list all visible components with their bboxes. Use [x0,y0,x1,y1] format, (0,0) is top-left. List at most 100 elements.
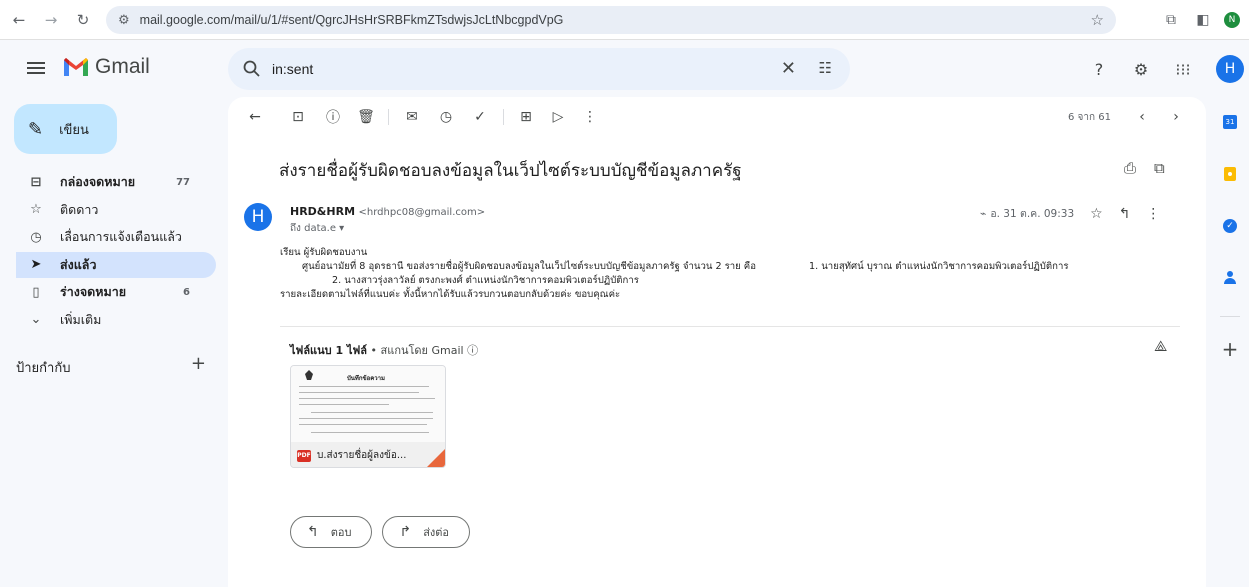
print-icon[interactable]: ⎙ [1124,159,1136,177]
contacts-app-icon[interactable] [1216,264,1244,292]
label-tag-icon[interactable]: ▷ [548,107,568,127]
browser-toolbar: ← → ↻ ⚙ mail.google.com/mail/u/1/#sent/Q… [0,0,1249,40]
sender-name[interactable]: HRD&HRM [290,205,355,218]
sidebar-item-inbox[interactable]: ⊟ กล่องจดหมาย 77 [16,169,216,195]
main-menu-icon[interactable] [27,59,45,77]
snooze-clock-icon[interactable]: ◷ [436,107,456,127]
report-spam-icon[interactable]: ⓘ [323,107,343,127]
star-icon[interactable]: ☆ [1090,206,1103,222]
search-icon[interactable] [242,59,262,79]
more-options-icon[interactable]: ⋮ [580,107,600,127]
search-options-icon[interactable]: ☷ [819,59,832,77]
move-to-icon[interactable]: ⊞ [516,107,536,127]
add-to-tasks-icon[interactable]: ✓ [470,107,490,127]
labels-title: ป้ายกำกับ [16,361,71,376]
archive-icon[interactable]: ⊡ [288,107,308,127]
sidebar-item-count: 77 [176,176,190,188]
sidebar-item-label: เพิ่มเติม [60,311,102,327]
sidebar-item-drafts[interactable]: ▯ ร่างจดหมาย 6 [16,279,216,305]
email-date: อ. 31 ต.ค. 09:33 [990,208,1075,220]
attachment-filename: บ.ส่งรายชื่อผู้ลงข้อ... [317,450,407,461]
sidebar-item-label: เลื่อนการแจ้งเตือนแล้ว [60,229,182,244]
attachment-footer: PDF บ.ส่งรายชื่อผู้ลงข้อ... [291,442,445,467]
body-line: รายละเอียดตามไฟล์ที่แนบค่ะ ทั้งนี้หากได้… [280,289,621,300]
sender-avatar[interactable]: H [244,203,272,231]
url-text: mail.google.com/mail/u/1/#sent/QgrcJHsHr… [139,13,564,27]
delete-trash-icon[interactable]: 🗑 [356,107,376,127]
sidebar-item-count: 6 [183,286,190,298]
site-settings-icon[interactable]: ⚙ [118,13,130,28]
reply-arrow-icon: ↰ [307,524,319,540]
body-line: ศูนย์อนามัยที่ 8 อุดรธานี ขอส่งรายชื่อผู… [280,260,1068,274]
body-line: เรียน ผู้รับผิดชอบงาน [280,247,368,258]
attachment-thumbnail: บันทึกข้อความ [291,366,445,442]
side-panel-rail: 31 ✓ + [1216,108,1244,387]
apps-grid-icon[interactable]: ⁝⁝⁝ [1170,56,1196,82]
sidebar-item-label: ส่งแล้ว [60,256,97,272]
chevron-down-icon: ⌄ [30,312,42,327]
older-chevron-icon[interactable]: › [1166,107,1186,127]
profile-avatar[interactable]: N [1224,12,1240,28]
gmail-wordmark: Gmail [95,55,150,78]
clear-search-icon[interactable]: ✕ [781,58,796,79]
calendar-day: 31 [1223,115,1237,129]
search-bar[interactable]: ✕ ☷ [228,48,850,90]
extensions-icon[interactable]: ⧉ [1160,7,1182,33]
email-subject: ส่งรายชื่อผู้รับผิดชอบลงข้อมูลในเว็ปไซต์… [279,161,742,181]
forward-arrow-icon[interactable]: → [38,7,64,33]
sidebar-nav: ⊟ กล่องจดหมาย 77 ☆ ติดดาว ◷ เลื่อนการแจ้… [16,169,216,334]
get-addons-plus-icon[interactable]: + [1216,335,1244,363]
reload-icon[interactable]: ↻ [70,7,96,33]
help-icon[interactable]: ? [1086,56,1112,82]
settings-gear-icon[interactable]: ⚙ [1128,56,1154,82]
newer-chevron-icon[interactable]: ‹ [1132,107,1152,127]
add-to-drive-icon[interactable]: ⟁ [1154,337,1167,355]
address-bar[interactable]: ⚙ mail.google.com/mail/u/1/#sent/QgrcJHs… [106,6,1116,34]
thumbnail-title: บันทึกข้อความ [347,375,385,382]
show-details-caret-icon[interactable]: ▾ [339,223,344,234]
account-avatar[interactable]: H [1216,55,1244,83]
attachments-header: ไฟล์แนบ 1 ไฟล์ • สแกนโดย Gmail ⓘ [290,341,478,359]
tasks-app-icon[interactable]: ✓ [1216,212,1244,240]
search-input[interactable] [272,61,752,77]
forward-button[interactable]: ↱ ส่งต่อ [382,516,471,548]
side-panel-icon[interactable]: ◧ [1192,7,1214,33]
calendar-app-icon[interactable]: 31 [1216,108,1244,136]
sender-email: <hrdhpc08@gmail.com> [358,207,486,218]
keep-app-icon[interactable] [1216,160,1244,188]
forward-arrow-icon: ↱ [399,524,412,540]
message-toolbar: ← ⊡ ⓘ 🗑 ✉ ◷ ✓ ⊞ ▷ ⋮ 6 จาก 61 ‹ › [228,97,1206,137]
mark-unread-icon[interactable]: ✉ [402,107,422,127]
sidebar-item-sent[interactable]: ➤ ส่งแล้ว [16,251,216,278]
sidebar-item-snoozed[interactable]: ◷ เลื่อนการแจ้งเตือนแล้ว [16,224,216,250]
pagination-text: 6 จาก 61 [1068,112,1111,123]
sender-info: HRD&HRM <hrdhpc08@gmail.com> [290,205,485,218]
sidebar-item-label: กล่องจดหมาย [60,174,136,189]
attachments-scan-note: • สแกนโดย Gmail ⓘ [367,344,479,357]
back-arrow-icon[interactable]: ← [6,7,32,33]
sidebar-item-starred[interactable]: ☆ ติดดาว [16,197,216,223]
message-more-icon[interactable]: ⋮ [1146,206,1160,222]
pdf-file-icon: PDF [297,449,311,462]
open-new-window-icon[interactable]: ⧉ [1154,159,1165,177]
attachment-corner-fold [427,449,445,467]
bookmark-star-icon[interactable]: ☆ [1091,11,1104,29]
recipient-line[interactable]: ถึง data.e ▾ [290,221,344,236]
recipient-text: ถึง data.e [290,223,336,234]
gmail-logo[interactable]: Gmail [62,55,150,79]
sidebar-item-label: ร่างจดหมาย [60,284,127,299]
message-pane: ← ⊡ ⓘ 🗑 ✉ ◷ ✓ ⊞ ▷ ⋮ 6 จาก 61 ‹ › ส่งรายช… [228,97,1206,587]
attachment-card[interactable]: บันทึกข้อความ PDF บ.ส่งรายชื่อผู้ลงข้อ..… [290,365,446,468]
sidebar-item-more[interactable]: ⌄ เพิ่มเติม [16,307,216,333]
reply-icon[interactable]: ↰ [1119,206,1131,222]
labels-section-header: ป้ายกำกับ + [16,355,206,378]
gmail-m-icon [64,58,88,76]
compose-label: เขียน [59,122,89,138]
back-to-list-icon[interactable]: ← [245,107,265,127]
add-label-icon[interactable]: + [191,355,206,378]
star-icon: ☆ [30,202,42,217]
compose-button[interactable]: ✎ เขียน [14,104,117,154]
sidebar-item-label: ติดดาว [60,201,99,217]
reply-button[interactable]: ↰ ตอบ [290,516,373,548]
send-icon: ➤ [30,257,42,272]
